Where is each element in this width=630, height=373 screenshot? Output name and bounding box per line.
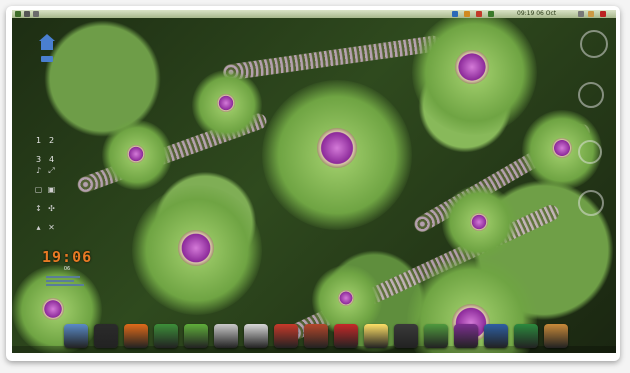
home-body [41,41,53,50]
power-icon[interactable] [600,11,606,17]
wallpaper-flower-center [455,50,489,84]
wallpaper-flower-center [217,94,235,112]
home-folder-icon[interactable] [39,34,55,52]
home-roof [39,34,55,41]
wallpaper-flower-center [42,298,64,320]
clock-seconds: 06 [63,266,71,272]
home-icon-label[interactable] [41,56,53,62]
top-panel: 09:19 06 Oct [12,10,616,18]
clock-bar [46,276,80,278]
network-gauge [578,190,604,216]
volume-icon[interactable] [464,11,470,17]
app-launcher-icon[interactable] [24,11,30,17]
games-icon[interactable] [484,324,508,348]
clock-bar [46,280,74,282]
wallpaper-flower-center [317,128,357,168]
files-icon[interactable] [33,11,39,17]
wallpaper-flower-chain [221,34,443,82]
pin-icon[interactable]: ▴ [32,221,45,234]
wallpaper-flower-center [178,230,214,266]
network-icon[interactable] [452,11,458,17]
clock-bars [46,274,88,288]
battery-icon[interactable] [476,11,482,17]
media-player-icon[interactable] [274,324,298,348]
music-icon[interactable] [454,324,478,348]
lock-icon[interactable]: ▣ [45,183,58,196]
desktop: 09:19 06 Oct 12 34 ♪ ⤢ ▢ ▣ ↕ ✣ ▴ ✕ 19:06 06 [12,10,616,353]
resize-icon[interactable]: ⤢ [45,164,58,177]
photo-viewer-icon[interactable] [64,324,88,348]
cpu-gauge [580,30,608,58]
wallpaper-flower-center [127,145,145,163]
package-icon[interactable] [364,324,388,348]
clock-time: 19:06 [42,248,93,266]
disk-gauge [578,140,602,164]
image-icon[interactable] [424,324,448,348]
wallpaper-flower-center [470,213,488,231]
mail-icon[interactable] [578,11,584,17]
notes-icon[interactable] [244,324,268,348]
window-icon[interactable]: ▢ [32,183,45,196]
firefox-icon[interactable] [124,324,148,348]
top-panel-clock[interactable]: 09:19 06 Oct [517,10,556,18]
clock-widget: 19:06 06 [42,248,93,286]
text-editor-icon[interactable] [214,324,238,348]
close-icon[interactable]: ✕ [45,221,58,234]
memory-gauge [578,82,604,108]
workspace-1-button[interactable]: 1 [32,134,45,147]
workspace-2-button[interactable]: 2 [45,134,58,147]
wallpaper-flower-center [338,290,354,306]
office-icon[interactable] [334,324,358,348]
chat-icon[interactable] [588,11,594,17]
clock-bar [46,284,84,286]
pager-tools: ♪ ⤢ ▢ ▣ ↕ ✣ ▴ ✕ [32,158,62,234]
file-manager-icon[interactable] [514,324,538,348]
update-icon[interactable] [488,11,494,17]
paint-icon[interactable] [304,324,328,348]
move-icon[interactable]: ✣ [45,202,58,215]
monitor-icon[interactable] [394,324,418,348]
menu-icon[interactable] [15,11,21,17]
wallpaper-flower-center [552,138,572,158]
arrows-icon[interactable]: ↕ [32,202,45,215]
archive-icon[interactable] [544,324,568,348]
settings-gear-icon[interactable] [184,324,208,348]
browser-icon[interactable] [154,324,178,348]
terminal-icon[interactable] [94,324,118,348]
speaker-icon[interactable]: ♪ [32,164,45,177]
